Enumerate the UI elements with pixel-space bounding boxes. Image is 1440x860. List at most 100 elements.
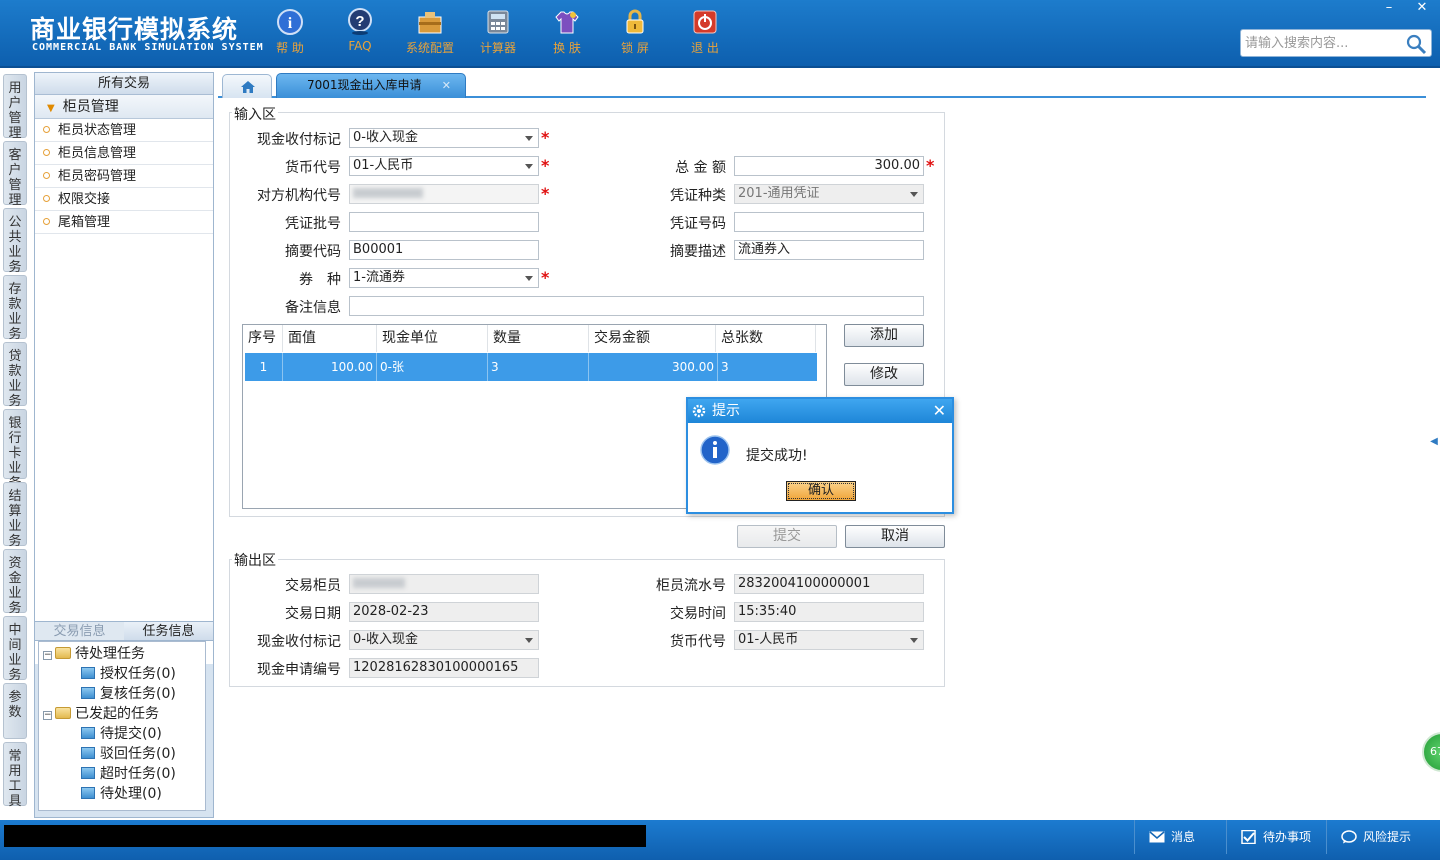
risk-alert-button[interactable]: 风险提示 <box>1326 820 1440 854</box>
summary-code-input[interactable]: B00001 <box>349 240 539 260</box>
dropdown-arrow-icon <box>525 136 533 141</box>
tree-node-rejected[interactable]: 驳回任务(0) <box>39 744 205 764</box>
vtab-intermediary-business[interactable]: 中间业务 <box>3 616 27 683</box>
search-icon[interactable] <box>1405 33 1427 55</box>
coupon-type-label: 券 种 <box>299 272 341 288</box>
currency-select[interactable]: 01-人民币 <box>349 156 539 176</box>
skin-button[interactable]: 换 肤 <box>535 8 599 60</box>
task-icon <box>81 727 95 739</box>
app-header: 商业银行模拟系统 COMMERCIAL BANK SIMULATION SYST… <box>0 0 1440 68</box>
messages-button[interactable]: 消息 <box>1134 820 1226 854</box>
menu-item-label: 尾箱管理 <box>58 215 111 230</box>
menu-group-teller-mgmt[interactable]: ▼ 柜员管理 <box>35 95 213 119</box>
tab-close-icon[interactable]: ✕ <box>442 74 451 97</box>
vtab-loan-business[interactable]: 贷款业务 <box>3 342 27 409</box>
search-input[interactable] <box>1241 30 1401 56</box>
exit-label: 退 出 <box>691 41 719 55</box>
skin-icon <box>555 11 579 34</box>
tree-node-pending[interactable]: − 待处理任务 <box>39 644 205 664</box>
tree-node-timeout[interactable]: 超时任务(0) <box>39 764 205 784</box>
voucher-no-label: 凭证号码 <box>670 216 726 232</box>
modify-button[interactable]: 修改 <box>844 363 924 386</box>
grid-header-face-value[interactable]: 面值 <box>283 325 377 352</box>
tree-node-to-submit[interactable]: 待提交(0) <box>39 724 205 744</box>
voucher-batch-input[interactable] <box>349 212 539 232</box>
tree-label: 超时任务(0) <box>100 766 176 782</box>
vtab-fund-business[interactable]: 资金业务 <box>3 549 27 616</box>
vtab-card-business[interactable]: 银行卡业务 <box>3 409 27 491</box>
vtab-public-business[interactable]: 公共业务 <box>3 208 27 275</box>
cell-total-sheets: 3 <box>721 360 729 374</box>
vtab-customer-mgmt[interactable]: 客户管理 <box>3 141 27 208</box>
menu-item-teller-password[interactable]: 柜员密码管理 <box>35 165 213 188</box>
tab-task-info[interactable]: 任务信息 <box>124 622 213 640</box>
task-icon <box>81 787 95 799</box>
dialog-title: 提示 <box>712 403 740 419</box>
floating-assistant-ball[interactable]: 67 <box>1422 732 1440 772</box>
tree-node-initiated[interactable]: − 已发起的任务 <box>39 704 205 724</box>
menu-item-teller-info[interactable]: 柜员信息管理 <box>35 142 213 165</box>
menu-item-permission-handover[interactable]: 权限交接 <box>35 188 213 211</box>
folder-icon <box>55 647 71 659</box>
trade-time-label: 交易时间 <box>670 606 726 622</box>
todo-button[interactable]: 待办事项 <box>1226 820 1326 854</box>
vtab-common-tools[interactable]: 常用工具 <box>3 742 27 809</box>
task-icon <box>81 687 95 699</box>
menu-item-label: 柜员状态管理 <box>58 123 137 138</box>
dialog-close-icon[interactable]: ✕ <box>933 399 946 423</box>
grid-header-total-sheets[interactable]: 总张数 <box>716 325 816 352</box>
vtab-settlement-business[interactable]: 结算业务 <box>3 482 27 549</box>
vtab-parameters[interactable]: 参数 <box>3 683 27 739</box>
counterparty-code-input[interactable] <box>349 184 539 204</box>
config-label: 系统配置 <box>405 41 454 55</box>
menu-list: 柜员状态管理 柜员信息管理 柜员密码管理 权限交接 尾箱管理 <box>35 119 213 664</box>
config-button[interactable]: 系统配置 <box>398 8 462 60</box>
coupon-type-select[interactable]: 1-流通券 <box>349 268 539 288</box>
tab-transaction-info[interactable]: 交易信息 <box>35 622 124 640</box>
add-button[interactable]: 添加 <box>844 324 924 347</box>
minimize-button[interactable]: – <box>1373 0 1405 18</box>
remark-input[interactable] <box>349 296 924 316</box>
dialog-confirm-button[interactable]: 确认 <box>786 481 856 501</box>
cash-flag-select[interactable]: 0-收入现金 <box>349 128 539 148</box>
grid-header-amount[interactable]: 交易金额 <box>589 325 716 352</box>
tree-node-review-task[interactable]: 复核任务(0) <box>39 684 205 704</box>
close-window-button[interactable]: ✕ <box>1406 0 1438 18</box>
grid-header-seq[interactable]: 序号 <box>243 325 283 352</box>
exit-button[interactable]: 退 出 <box>673 8 737 60</box>
faq-button[interactable]: ? FAQ <box>328 8 392 60</box>
collapse-right-icon[interactable]: ◀ <box>1428 420 1440 464</box>
out-currency-field: 01-人民币 <box>734 630 924 650</box>
grid-header-cash-unit[interactable]: 现金单位 <box>377 325 488 352</box>
voucher-no-input[interactable] <box>734 212 924 232</box>
cancel-button[interactable]: 取消 <box>845 525 945 548</box>
help-button[interactable]: i 帮 助 <box>258 8 322 60</box>
menu-item-teller-status[interactable]: 柜员状态管理 <box>35 119 213 142</box>
trade-date-label: 交易日期 <box>285 606 341 622</box>
out-cash-flag-value: 0-收入现金 <box>353 632 418 647</box>
total-amount-input[interactable]: 300.00 <box>734 156 924 176</box>
task-icon <box>81 667 95 679</box>
input-section-legend: 输入区 <box>232 104 278 124</box>
config-icon <box>418 12 442 34</box>
calculator-button[interactable]: 计算器 <box>466 8 530 60</box>
table-row[interactable]: 1 100.00 0-张 3 300.00 3 <box>245 353 817 381</box>
collapse-icon[interactable]: − <box>43 651 52 660</box>
menu-item-tail-box[interactable]: 尾箱管理 <box>35 211 213 234</box>
cash-flag-value: 0-收入现金 <box>353 130 418 145</box>
tree-node-auth-task[interactable]: 授权任务(0) <box>39 664 205 684</box>
summary-desc-input[interactable]: 流通券入 <box>734 240 924 260</box>
collapse-icon[interactable]: − <box>43 711 52 720</box>
lock-button[interactable]: 锁 屏 <box>603 8 667 60</box>
grid-header-quantity[interactable]: 数量 <box>488 325 589 352</box>
voucher-type-select[interactable]: 201-通用凭证 <box>734 184 924 204</box>
tab-cash-in-out-apply[interactable]: 7001现金出入库申请 ✕ <box>276 73 466 98</box>
submit-button[interactable]: 提交 <box>737 525 837 548</box>
home-tab[interactable] <box>222 74 272 98</box>
tree-node-to-process[interactable]: 待处理(0) <box>39 784 205 804</box>
vtab-deposit-business[interactable]: 存款业务 <box>3 275 27 342</box>
dropdown-arrow-icon <box>525 164 533 169</box>
vtab-user-mgmt[interactable]: 用户管理 <box>3 74 27 141</box>
serial-no-label: 柜员流水号 <box>656 578 726 594</box>
circle-bullet-icon <box>43 126 50 133</box>
